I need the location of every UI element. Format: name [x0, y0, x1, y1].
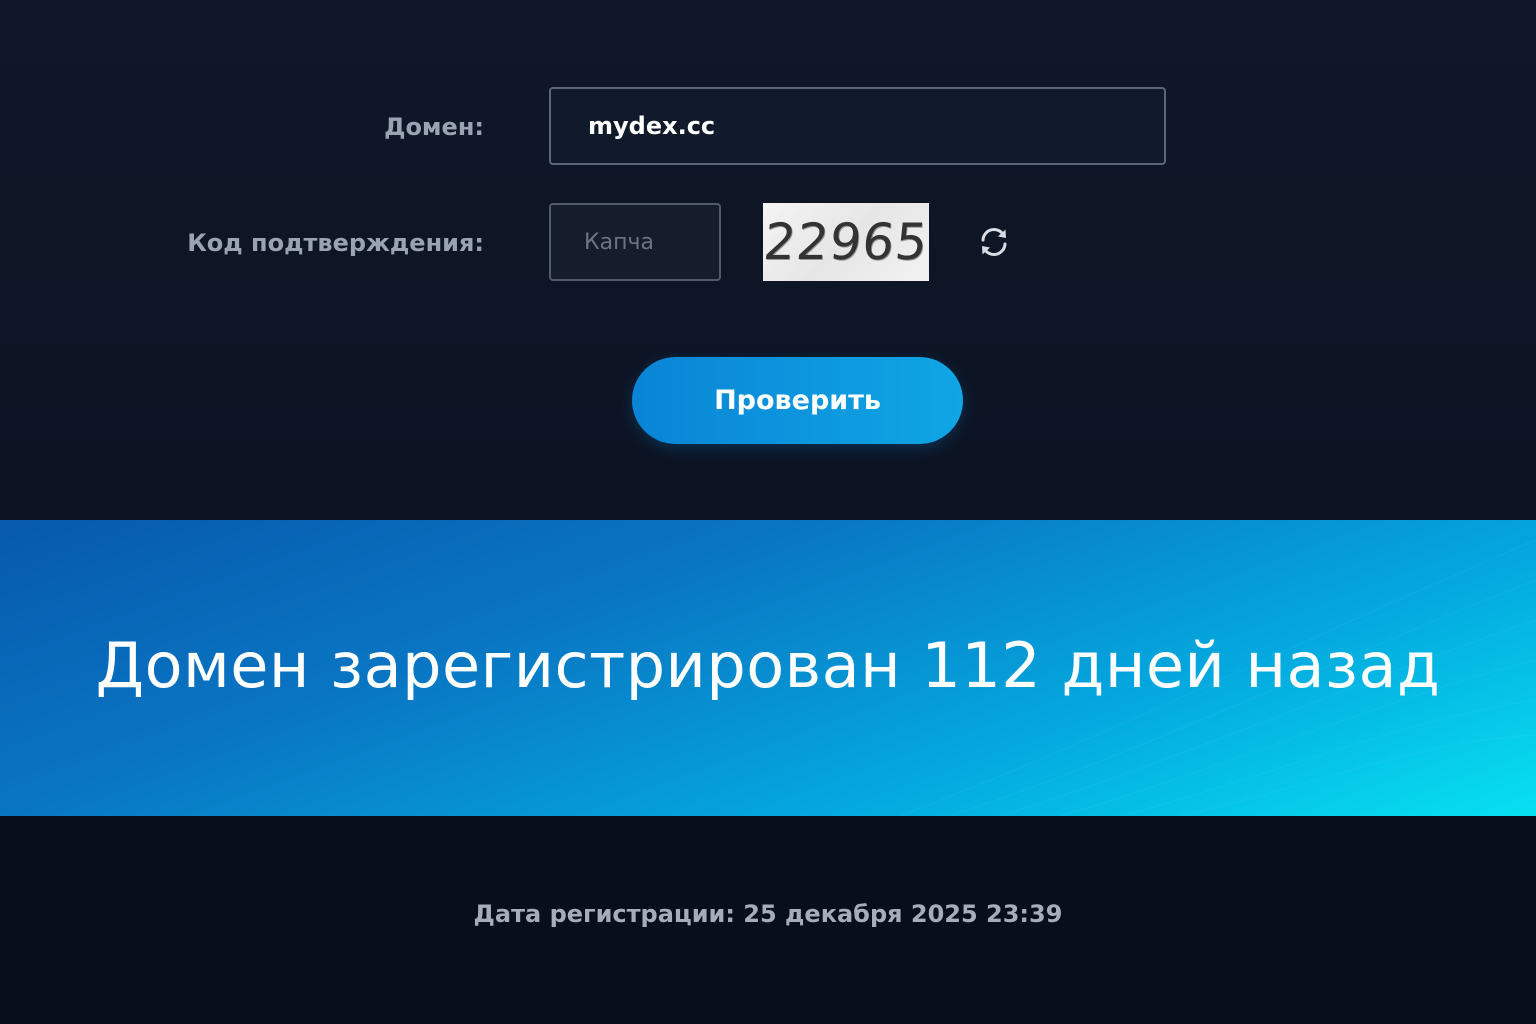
check-button[interactable]: Проверить [632, 357, 963, 444]
captcha-image: 22965 [763, 203, 929, 281]
captcha-input[interactable] [549, 203, 721, 281]
captcha-code: 22965 [763, 213, 929, 271]
registration-date-value: 25 декабря 2025 23:39 [743, 900, 1063, 928]
captcha-label: Код подтверждения: [187, 229, 484, 257]
refresh-captcha-button[interactable] [972, 220, 1016, 264]
domain-input[interactable] [549, 87, 1166, 165]
registration-date: Дата регистрации: 25 декабря 2025 23:39 [0, 900, 1536, 928]
check-form-panel: Домен: Код подтверждения: 22965 Проверит… [0, 0, 1536, 520]
registration-date-label: Дата регистрации: [473, 900, 735, 928]
domain-label: Домен: [384, 113, 484, 141]
result-banner: Домен зарегистрирован 112 дней назад [0, 520, 1536, 816]
registration-info: Дата регистрации: 25 декабря 2025 23:39 [0, 816, 1536, 1024]
result-headline: Домен зарегистрирован 112 дней назад [95, 629, 1441, 702]
refresh-icon [981, 228, 1007, 256]
